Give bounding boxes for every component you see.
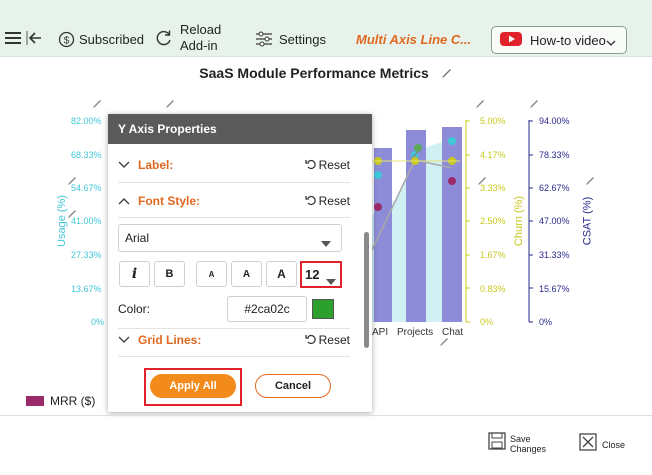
font-size-small-button[interactable]: A: [196, 261, 227, 287]
csat-axis-tick: 62.67%: [539, 183, 570, 193]
label-section-title: Label:: [138, 158, 174, 172]
caret-down-icon: [326, 273, 336, 288]
left-axis-title: Usage (%): [55, 195, 68, 247]
y-axis-properties-panel: Y Axis Properties Label: Reset Font Styl…: [108, 114, 372, 412]
legend-swatch: [26, 396, 44, 406]
apply-all-button[interactable]: Apply All: [150, 374, 236, 398]
font-style-reset-button[interactable]: Reset: [304, 194, 350, 209]
font-size-large-button[interactable]: A: [266, 261, 297, 287]
panel-header: Y Axis Properties: [108, 114, 372, 144]
close-icon: [579, 433, 597, 456]
font-style-section-title: Font Style:: [138, 194, 200, 208]
left-axis-tick: 13.67%: [71, 284, 102, 294]
font-size-medium-button[interactable]: A: [231, 261, 262, 287]
csat-axis-tick: 0%: [539, 317, 553, 327]
churn-axis-title: Churn (%): [513, 195, 526, 247]
save-label: Save: [510, 433, 531, 444]
grid-lines-section[interactable]: Grid Lines: Reset: [118, 331, 350, 349]
undo-icon: [304, 194, 317, 209]
reset-label: Reset: [318, 194, 350, 208]
csat-axis-tick: 15.67%: [539, 284, 570, 294]
font-size-select[interactable]: 12: [300, 261, 342, 288]
chevron-down-icon: [118, 333, 130, 347]
churn-axis-tick: 3.33%: [480, 183, 506, 193]
label-reset-button[interactable]: Reset: [304, 158, 350, 173]
chevron-up-icon: [118, 194, 130, 208]
x-category-label: Chat: [442, 327, 464, 338]
left-axis-tick: 54.67%: [71, 183, 102, 193]
caret-down-icon: [321, 236, 331, 250]
close-label: Close: [602, 439, 626, 450]
chevron-down-icon: [118, 158, 130, 172]
font-style-section[interactable]: Font Style: Reset: [118, 192, 350, 210]
italic-button[interactable]: i: [119, 261, 150, 287]
reset-label: Reset: [318, 333, 350, 347]
csat-axis-tick: 47.00%: [539, 216, 570, 226]
font-size-value: 12: [305, 267, 320, 282]
cancel-button[interactable]: Cancel: [255, 374, 331, 398]
bold-button[interactable]: B: [154, 261, 185, 287]
grid-lines-section-title: Grid Lines:: [138, 333, 202, 347]
churn-axis-tick: 5.00%: [480, 116, 506, 126]
font-family-select[interactable]: Arial: [118, 224, 342, 252]
churn-axis-tick: 0.83%: [480, 284, 506, 294]
divider: [118, 328, 350, 329]
footer: Save Changes Close: [0, 415, 652, 475]
divider: [118, 217, 350, 218]
divider: [118, 182, 350, 183]
left-axis-tick: 82.00%: [71, 116, 102, 126]
save-changes-button[interactable]: Save Changes: [488, 432, 546, 455]
color-label: Color:: [118, 302, 151, 316]
churn-axis-tick: 4.17%: [480, 150, 506, 160]
left-axis-tick: 27.33%: [71, 250, 102, 260]
grid-lines-reset-button[interactable]: Reset: [304, 333, 350, 348]
churn-axis-tick: 0%: [480, 317, 494, 327]
divider: [118, 356, 350, 357]
color-swatch[interactable]: [312, 299, 334, 319]
x-category-label: API: [372, 327, 389, 338]
x-category-label: Projects: [397, 327, 434, 338]
csat-axis-tick: 94.00%: [539, 116, 570, 126]
changes-label: Changes: [510, 443, 547, 454]
csat-axis-tick: 31.33%: [539, 250, 570, 260]
left-axis-tick: 41.00%: [71, 216, 102, 226]
churn-axis-tick: 2.50%: [480, 216, 506, 226]
save-icon: [488, 432, 506, 455]
font-family-value: Arial: [125, 231, 150, 245]
reset-label: Reset: [318, 158, 350, 172]
churn-axis-tick: 1.67%: [480, 250, 506, 260]
csat-axis-tick: 78.33%: [539, 150, 570, 160]
panel-scrollbar[interactable]: [364, 232, 369, 348]
label-section[interactable]: Label: Reset: [118, 156, 350, 174]
close-button[interactable]: Close: [579, 433, 625, 456]
undo-icon: [304, 333, 317, 348]
left-axis-tick: 0%: [91, 317, 105, 327]
left-axis-tick: 68.33%: [71, 150, 102, 160]
chart-legend: MRR ($): [26, 394, 95, 408]
legend-item-mrr: MRR ($): [50, 394, 96, 408]
color-hex-input[interactable]: #2ca02c: [227, 296, 307, 322]
undo-icon: [304, 158, 317, 173]
csat-axis-title: CSAT (%): [581, 196, 594, 246]
